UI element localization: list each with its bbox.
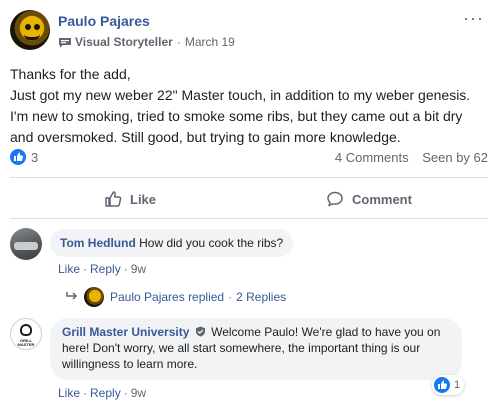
like-button-label: Like <box>130 191 157 207</box>
commenter-name[interactable]: Tom Hedlund <box>60 236 136 250</box>
comment-text: How did you cook the ribs? <box>139 236 284 250</box>
admin-shield-icon <box>195 325 206 337</box>
post-stats: 3 4 Comments Seen by 62 <box>10 148 488 166</box>
replier-name: Paulo Pajares <box>110 290 185 304</box>
comment-button-label: Comment <box>352 191 412 207</box>
thumbs-up-reaction-icon[interactable] <box>10 149 26 165</box>
divider <box>10 177 488 178</box>
comment-actions: Like · Reply · 9w <box>58 262 147 276</box>
reaction-count: 1 <box>454 379 461 391</box>
more-options-icon[interactable]: ··· <box>463 8 484 29</box>
author-avatar[interactable] <box>10 10 50 50</box>
comment-reaction-count[interactable]: 1 <box>432 375 465 395</box>
comment-timestamp[interactable]: 9w <box>131 386 146 400</box>
member-badge-label[interactable]: Visual Storyteller <box>75 35 173 49</box>
stats-right: 4 Comments Seen by 62 <box>335 150 488 165</box>
visual-storyteller-badge-icon <box>58 37 72 48</box>
replies-count: 2 Replies <box>236 290 287 304</box>
comment-button[interactable]: Comment <box>326 186 412 212</box>
post-text-line: I'm new to smoking, tried to smoke some … <box>10 108 463 124</box>
commenter-name[interactable]: Grill Master University <box>62 325 189 339</box>
comment-reply-link[interactable]: Reply <box>90 386 121 400</box>
comment-reply-link[interactable]: Reply <box>90 262 121 276</box>
thumbs-up-outline-icon <box>105 191 122 207</box>
comments-count-link[interactable]: 4 Comments <box>335 150 409 165</box>
post-date[interactable]: March 19 <box>185 35 235 49</box>
view-replies-link[interactable]: Paulo Pajares replied · 2 Replies <box>66 287 286 307</box>
comment-actions: Like · Reply · 9w <box>58 386 147 400</box>
post-text: Thanks for the add, Just got my new webe… <box>10 64 490 148</box>
post-text-line: Thanks for the add, <box>10 66 131 82</box>
comment-like-link[interactable]: Like <box>58 386 80 400</box>
replier-avatar <box>84 287 104 307</box>
divider <box>10 218 488 219</box>
post-text-line: Just got my new weber 22" Master touch, … <box>10 87 471 103</box>
comment-bubble: Tom Hedlund How did you cook the ribs? <box>50 229 294 257</box>
like-button[interactable]: Like <box>104 186 156 212</box>
comment-like-link[interactable]: Like <box>58 262 80 276</box>
post-author-name[interactable]: Paulo Pajares <box>58 13 150 29</box>
grill-master-university-avatar[interactable]: GRILL MASTER <box>10 318 42 350</box>
post-text-line: and oversmoked. Still good, but trying t… <box>10 129 401 145</box>
post-meta: Visual Storyteller · March 19 <box>58 35 235 49</box>
comment-bubble: Grill Master University Welcome Paulo! W… <box>50 318 462 380</box>
commenter-avatar[interactable] <box>10 228 42 260</box>
replied-label: replied <box>188 290 225 304</box>
thumbs-up-reaction-icon <box>434 377 450 393</box>
meta-separator: · <box>176 35 181 49</box>
seen-by-link[interactable]: Seen by 62 <box>422 150 488 165</box>
reply-arrow-icon <box>66 290 78 304</box>
speech-bubble-icon <box>327 191 343 207</box>
avatar-logo-text: GRILL MASTER <box>17 338 35 347</box>
like-count[interactable]: 3 <box>31 150 38 165</box>
comment-timestamp[interactable]: 9w <box>131 262 146 276</box>
